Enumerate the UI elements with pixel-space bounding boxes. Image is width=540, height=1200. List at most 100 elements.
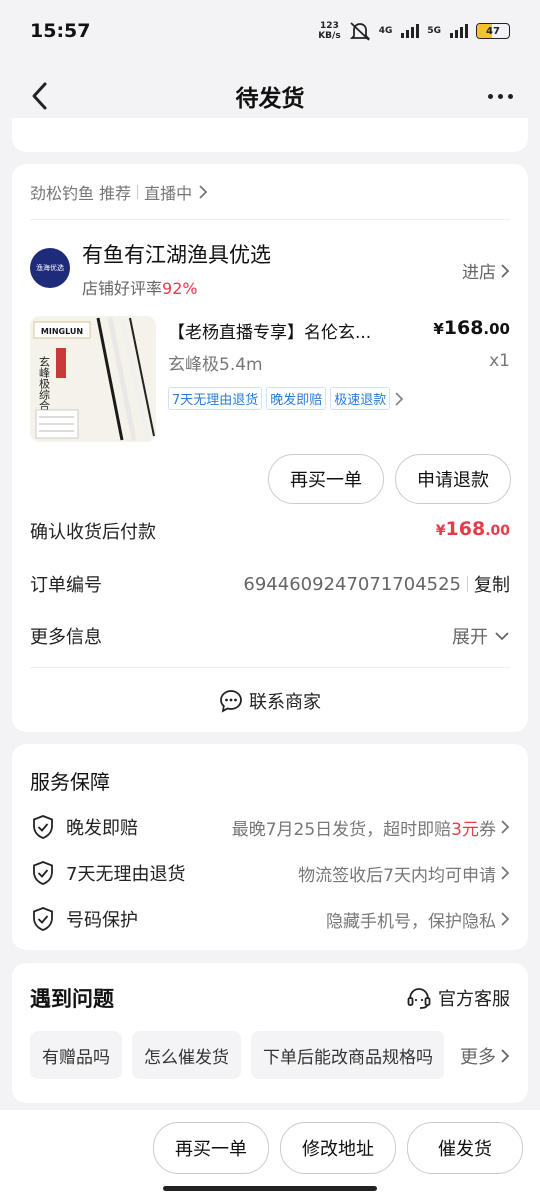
tag-fast-refund: 极速退款 (330, 387, 391, 410)
divider (30, 219, 510, 220)
service-guarantee-card: 服务保障 晚发即赔 最晚7月25日发货，超时即赔3元券 7天无理由退货 物流签收… (12, 744, 528, 950)
live-source-row[interactable]: 劲松钓鱼 推荐 直播中 (30, 180, 208, 204)
chevron-left-icon (32, 82, 47, 110)
price-int: 168 (443, 317, 484, 339)
service-name: 号码保护 (66, 910, 138, 931)
payment-symbol: ¥ (435, 523, 446, 539)
official-service-label: 官方客服 (438, 989, 510, 1010)
payment-dec: .00 (485, 523, 510, 539)
buy-again-button[interactable]: 再买一单 (268, 454, 384, 504)
service-desc: 隐藏手机号，保护隐私 (326, 907, 510, 932)
service-item-number-protection[interactable]: 号码保护 隐藏手机号，保护隐私 (30, 904, 510, 934)
status-icons: 123 KB/s 4G 5G 47 (318, 21, 510, 41)
expand-button[interactable]: 展开 (452, 623, 510, 649)
faq-chips: 有赠品吗 怎么催发货 下单后能改商品规格吗 (30, 1031, 444, 1081)
tag-7day-return: 7天无理由退货 (168, 387, 263, 410)
net-speed: 123 KB/s (318, 21, 340, 41)
chevron-right-icon (501, 1049, 510, 1063)
service-item-late-compensation[interactable]: 晚发即赔 最晚7月25日发货，超时即赔3元券 (30, 812, 510, 842)
bottom-buy-again-button[interactable]: 再买一单 (153, 1122, 269, 1174)
contact-merchant-button[interactable]: 联系商家 (12, 682, 528, 720)
shield-check-icon (33, 815, 53, 839)
enter-store-label: 进店 (462, 263, 496, 283)
problems-card: 遇到问题 官方客服 有赠品吗 怎么催发货 下单后能改商品规格吗 更多 (12, 963, 528, 1103)
service-desc: 物流签收后7天内均可申请 (298, 861, 510, 886)
signal-1-icon (401, 24, 420, 38)
chevron-right-icon (501, 912, 510, 926)
change-address-button[interactable]: 修改地址 (280, 1122, 396, 1174)
chevron-right-icon (501, 866, 510, 880)
official-service-link[interactable]: 官方客服 (406, 985, 510, 1011)
dot-icon (487, 93, 493, 99)
faq-chip[interactable]: 下单后能改商品规格吗 (251, 1031, 444, 1079)
service-desc: 最晚7月25日发货，超时即赔3元券 (232, 815, 510, 840)
enter-store-link[interactable]: 进店 (462, 258, 510, 283)
net-speed-value: 123 (320, 21, 339, 31)
separator (467, 576, 468, 592)
expand-label: 展开 (452, 627, 488, 648)
contact-merchant-label: 联系商家 (249, 692, 321, 713)
copy-button[interactable]: 复制 (474, 571, 510, 597)
status-time: 15:57 (30, 20, 91, 42)
shop-name[interactable]: 有鱼有江湖渔具优选 (82, 239, 271, 269)
payment-label: 确认收货后付款 (30, 522, 156, 543)
product-image[interactable]: MINGLUN 玄峰极综合竿 (30, 316, 156, 442)
order-number-row: 6944609247071704525 复制 (243, 571, 510, 597)
back-button[interactable] (22, 78, 58, 114)
chevron-right-icon (395, 391, 404, 406)
shop-rating-value: 92% (162, 279, 198, 298)
product-title[interactable]: 【老杨直播专享】名伦玄... (168, 318, 408, 343)
more-options-button[interactable] (482, 78, 518, 114)
signal-1-label: 4G (378, 26, 393, 36)
more-info-label: 更多信息 (30, 627, 102, 648)
fishing-rod-image: MINGLUN 玄峰极综合竿 (30, 316, 156, 442)
shop-logo-text: 渔海优选 (36, 264, 64, 272)
product-price: ¥168.00 (433, 317, 510, 339)
chevron-right-icon (501, 263, 510, 278)
service-title: 服务保障 (30, 770, 110, 794)
faq-more-label: 更多 (460, 1047, 496, 1068)
dot-icon (497, 93, 503, 99)
status-bar: 15:57 123 KB/s 4G 5G 47 (0, 0, 540, 62)
shop-rating-label: 店铺好评率 (82, 279, 163, 298)
headset-icon (407, 988, 431, 1009)
payment-int: 168 (445, 518, 486, 540)
product-spec: 玄峰极5.4m (168, 355, 263, 375)
service-item-7day-return[interactable]: 7天无理由退货 物流签收后7天内均可申请 (30, 858, 510, 888)
price-symbol: ¥ (433, 320, 444, 338)
chevron-right-icon (199, 185, 208, 199)
service-desc-text: 最晚7月25日发货，超时即赔 (231, 819, 452, 840)
live-source: 劲松钓鱼 推荐 (30, 184, 132, 203)
request-refund-button[interactable]: 申请退款 (395, 454, 511, 504)
divider (30, 667, 510, 668)
service-desc-highlight: 3元 (451, 819, 479, 840)
order-number-label: 订单编号 (30, 575, 102, 596)
chevron-down-icon (495, 632, 509, 641)
chevron-right-icon (501, 820, 510, 834)
shop-logo[interactable]: 渔海优选 (30, 248, 70, 288)
battery-level: 47 (486, 25, 500, 37)
product-tags[interactable]: 7天无理由退货 晚发即赔 极速退款 (168, 387, 404, 410)
signal-2-icon (450, 24, 468, 38)
faq-chip[interactable]: 怎么催发货 (132, 1031, 241, 1079)
page-title: 待发货 (235, 86, 305, 112)
home-indicator[interactable] (163, 1186, 377, 1191)
faq-chip[interactable]: 有赠品吗 (30, 1031, 122, 1079)
service-name: 晚发即赔 (66, 818, 138, 839)
chat-bubble-icon (220, 690, 242, 713)
shield-check-icon (33, 861, 53, 885)
faq-more-link[interactable]: 更多 (460, 1043, 510, 1069)
service-desc-text: 物流签收后7天内均可申请 (298, 865, 496, 886)
live-status: 直播中 (144, 184, 193, 203)
separator (137, 185, 139, 199)
order-number-value: 6944609247071704525 (243, 573, 461, 595)
mute-icon (349, 22, 370, 41)
service-desc-suffix: 券 (479, 819, 496, 840)
dot-icon (507, 93, 513, 99)
problems-title: 遇到问题 (30, 987, 114, 1011)
shield-check-icon (33, 907, 53, 931)
order-card: 劲松钓鱼 推荐 直播中 渔海优选 有鱼有江湖渔具优选 店铺好评率92% 进店 M… (12, 164, 528, 732)
payment-amount: ¥168.00 (436, 518, 510, 540)
urge-shipping-button[interactable]: 催发货 (407, 1122, 523, 1174)
signal-2-label: 5G (427, 26, 441, 36)
